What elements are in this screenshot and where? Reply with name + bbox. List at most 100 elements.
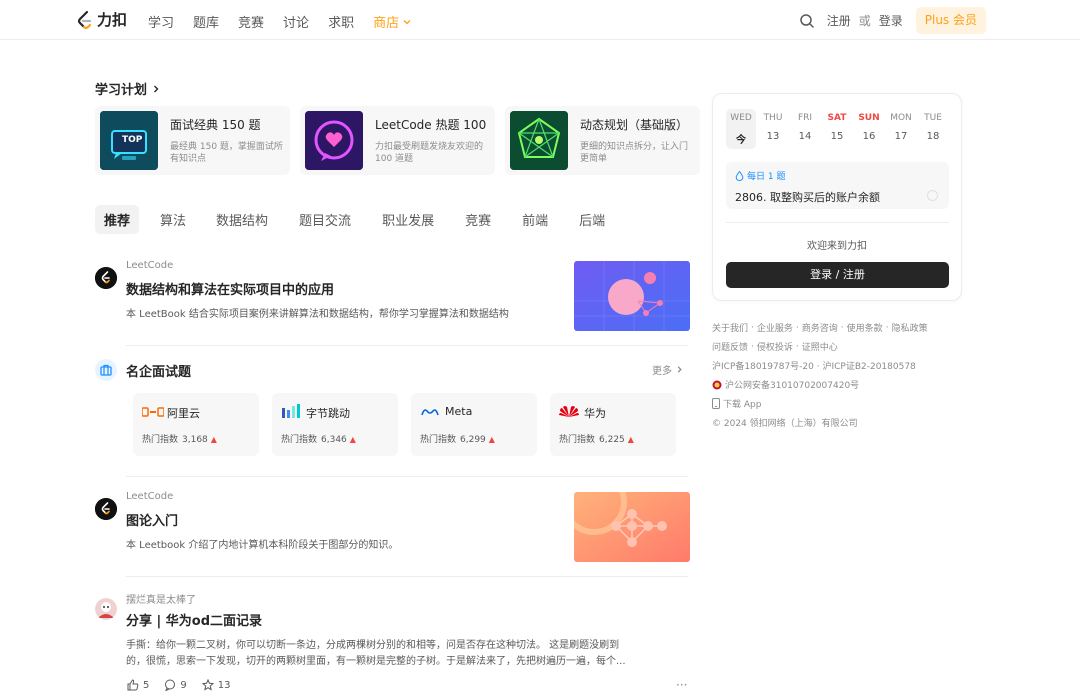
footer-icp-link[interactable]: 沪ICP备18019787号-20 · 沪ICP证B2-20180578 xyxy=(712,359,916,372)
company-card-meta[interactable]: Meta 热门指数 6,299 ▲ xyxy=(411,393,537,456)
footer-link-about[interactable]: 关于我们 xyxy=(712,321,748,334)
nav-item-learn[interactable]: 学习 xyxy=(148,12,174,31)
hot-label: 热门指数 xyxy=(420,435,457,445)
avatar[interactable] xyxy=(95,598,117,620)
login-link[interactable]: 登录 xyxy=(879,12,903,29)
post-thumbnail[interactable] xyxy=(574,261,690,331)
avatar[interactable] xyxy=(95,498,117,520)
tab-contest[interactable]: 竞赛 xyxy=(465,210,491,229)
company-name: 阿里云 xyxy=(167,407,200,420)
study-plan-title[interactable]: 学习计划 xyxy=(95,79,161,98)
plan-card-hot-100[interactable]: LeetCode 热题 100 力扣最受刷题发烧友欢迎的 100 道题 xyxy=(300,106,495,175)
footer-sep: · xyxy=(751,322,754,333)
daily-question-label: 每日 1 题 xyxy=(735,169,785,182)
calendar-date: 15 xyxy=(830,131,844,142)
calendar-day-fri[interactable]: FRI 14 xyxy=(790,113,820,142)
post-title[interactable]: 图论入门 xyxy=(126,510,178,529)
favorite-button[interactable]: 13 xyxy=(201,679,230,691)
leetcode-logo-icon xyxy=(77,10,92,29)
bytedance-logo-icon xyxy=(282,404,300,418)
calendar-weekday: MON xyxy=(890,113,912,123)
top-navbar: 力扣 学习 题库 竞赛 讨论 求职 商店 注册 或 登录 Plus 会员 xyxy=(0,0,1080,40)
company-more-link[interactable]: 更多 xyxy=(652,362,684,377)
trend-up-icon: ▲ xyxy=(349,435,356,444)
hot-value: 6,346 xyxy=(321,435,347,445)
nav-item-store[interactable]: 商店 xyxy=(373,12,412,31)
footer-download: 下载 App xyxy=(712,397,761,410)
calendar-date: 14 xyxy=(798,131,812,142)
tab-frontend[interactable]: 前端 xyxy=(522,210,548,229)
footer-police: 沪公网安备31010702007420号 xyxy=(712,378,859,391)
download-app-link[interactable]: 下载 App xyxy=(723,397,761,410)
post-title[interactable]: 分享 | 华为od二面记录 xyxy=(126,610,262,629)
post-author[interactable]: LeetCode xyxy=(126,491,173,502)
calendar-day-tue[interactable]: TUE 18 xyxy=(918,113,948,142)
nav-item-contest[interactable]: 竞赛 xyxy=(238,12,264,31)
avatar[interactable] xyxy=(95,267,117,289)
nav-item-discuss[interactable]: 讨论 xyxy=(283,12,309,31)
tab-problem-discussion[interactable]: 题目交流 xyxy=(299,210,351,229)
company-hot-index: 热门指数 6,346 ▲ xyxy=(281,432,356,445)
search-icon[interactable] xyxy=(799,13,815,29)
tab-career[interactable]: 职业发展 xyxy=(382,210,434,229)
hot-label: 热门指数 xyxy=(559,435,596,445)
company-card-aliyun[interactable]: 阿里云 热门指数 3,168 ▲ xyxy=(133,393,259,456)
calendar-day-wed[interactable]: WED 今 xyxy=(726,113,756,146)
footer-link-infringement[interactable]: 侵权投诉 xyxy=(757,340,793,353)
chevron-right-icon xyxy=(154,85,159,92)
company-card-huawei[interactable]: 华为 热门指数 6,225 ▲ xyxy=(550,393,676,456)
tab-data-structures[interactable]: 数据结构 xyxy=(216,210,268,229)
footer-link-licenses[interactable]: 证照中心 xyxy=(802,340,838,353)
post-author[interactable]: 摆烂真是太棒了 xyxy=(126,591,196,606)
register-link[interactable]: 注册 xyxy=(827,12,851,29)
comment-button[interactable]: 9 xyxy=(164,679,187,691)
login-register-button[interactable]: 登录 / 注册 xyxy=(726,262,949,288)
trend-up-icon: ▲ xyxy=(627,435,634,444)
footer-link-feedback[interactable]: 问题反馈 xyxy=(712,340,748,353)
heart-bubble-icon xyxy=(305,111,363,170)
footer-link-terms[interactable]: 使用条款 xyxy=(847,321,883,334)
plan-name: 动态规划（基础版） xyxy=(580,118,689,132)
comment-icon xyxy=(165,679,176,691)
calendar-date: 今 xyxy=(736,135,746,146)
calendar-day-thu[interactable]: THU 13 xyxy=(758,113,788,142)
company-card-bytedance[interactable]: 字节跳动 热门指数 6,346 ▲ xyxy=(272,393,398,456)
calendar-day-mon[interactable]: MON 17 xyxy=(886,113,916,142)
like-button[interactable]: 5 xyxy=(127,679,149,691)
daily-question-title[interactable]: 2806. 取整购买后的账户余额 xyxy=(735,189,880,205)
plan-card-top-interview-150[interactable]: TOP 面试经典 150 题 最经典 150 题，掌握面试所有知识点 xyxy=(95,106,290,175)
company-section-title: 名企面试题 xyxy=(126,365,192,380)
police-badge-icon xyxy=(712,380,722,389)
copyright-text: © 2024 领扣网络（上海）有限公司 xyxy=(712,419,858,429)
footer-link-business[interactable]: 商务咨询 xyxy=(802,321,838,334)
daily-question-card[interactable]: 每日 1 题 2806. 取整购买后的账户余额 xyxy=(726,162,949,209)
calendar-day-sun[interactable]: SUN 16 xyxy=(854,113,884,142)
plan-card-dp-basic[interactable]: 动态规划（基础版） 更细的知识点拆分，让入门更简单 xyxy=(505,106,700,175)
footer-link-privacy[interactable]: 隐私政策 xyxy=(892,321,928,334)
or-text: 或 xyxy=(858,14,871,28)
tab-algorithms[interactable]: 算法 xyxy=(160,210,186,229)
company-more-label: 更多 xyxy=(652,366,672,377)
post-title[interactable]: 数据结构和算法在实际项目中的应用 xyxy=(126,279,334,298)
footer-sep: · xyxy=(795,322,799,333)
aliyun-logo-icon xyxy=(142,407,164,417)
category-tabs: 推荐 算法 数据结构 题目交流 职业发展 竞赛 前端 后端 xyxy=(95,205,605,234)
footer-police-link[interactable]: 沪公网安备31010702007420号 xyxy=(725,378,859,391)
tab-backend[interactable]: 后端 xyxy=(579,210,605,229)
leetcode-logo[interactable]: 力扣 xyxy=(76,9,127,30)
footer-icp: 沪ICP备18019787号-20 · 沪ICP证B2-20180578 xyxy=(712,359,916,372)
post-author[interactable]: LeetCode xyxy=(126,260,173,271)
nav-item-jobs[interactable]: 求职 xyxy=(328,12,354,31)
post-more-menu[interactable]: ··· xyxy=(676,678,687,692)
post-thumbnail[interactable] xyxy=(574,492,690,562)
nav-item-problems[interactable]: 题库 xyxy=(193,12,219,31)
welcome-text: 欢迎来到力扣 xyxy=(807,241,867,252)
footer-link-enterprise[interactable]: 企业服务 xyxy=(757,321,793,334)
graph-theory-illustration xyxy=(574,492,690,562)
company-name: 华为 xyxy=(584,407,606,420)
plus-member-button[interactable]: Plus 会员 xyxy=(915,7,986,34)
hot-label: 热门指数 xyxy=(142,435,179,445)
calendar-date: 13 xyxy=(766,131,780,142)
calendar-day-sat[interactable]: SAT 15 xyxy=(822,113,852,142)
tab-recommended[interactable]: 推荐 xyxy=(95,205,140,234)
